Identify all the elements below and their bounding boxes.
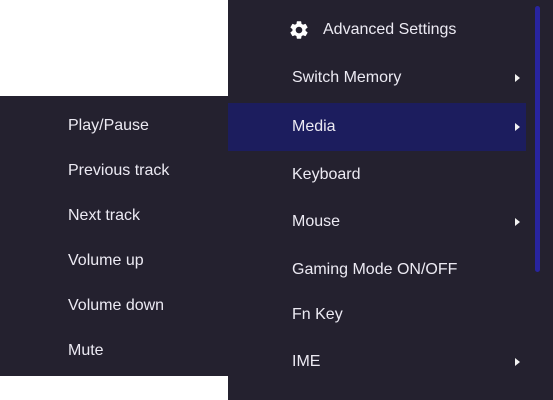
menu-item-keyboard[interactable]: Keyboard	[228, 151, 526, 199]
screen: Advanced Settings Switch Memory Media Ke…	[0, 0, 553, 400]
media-submenu: Play/Pause Previous track Next track Vol…	[0, 96, 228, 376]
submenu-arrow-icon	[515, 123, 520, 131]
submenu-item-label: Next track	[68, 207, 141, 224]
menu-item-label: IME	[292, 353, 321, 370]
submenu-item-previous-track[interactable]: Previous track	[0, 151, 228, 191]
menu-item-label: Keyboard	[292, 166, 361, 183]
menu-item-label: Fn Key	[292, 306, 343, 323]
menu-item-label: Mouse	[292, 213, 341, 230]
advanced-settings-menu: Advanced Settings Switch Memory Media Ke…	[228, 0, 553, 400]
gear-icon	[290, 21, 308, 39]
menu-scrollbar[interactable]	[535, 6, 540, 272]
submenu-arrow-icon	[515, 74, 520, 82]
menu-item-label: Switch Memory	[292, 69, 402, 86]
submenu-item-label: Mute	[68, 342, 104, 359]
menu-item-ime[interactable]: IME	[228, 338, 526, 386]
submenu-item-label: Play/Pause	[68, 117, 149, 134]
menu-item-mouse[interactable]: Mouse	[228, 198, 526, 246]
menu-item-gaming-mode[interactable]: Gaming Mode ON/OFF	[228, 246, 526, 294]
menu-item-media[interactable]: Media	[228, 103, 526, 151]
menu-item-fn-key[interactable]: Fn Key	[228, 291, 526, 339]
menu-item-switch-memory[interactable]: Switch Memory	[228, 54, 526, 102]
submenu-item-mute[interactable]: Mute	[0, 331, 228, 371]
submenu-item-volume-up[interactable]: Volume up	[0, 241, 228, 281]
menu-header: Advanced Settings	[228, 8, 526, 52]
submenu-item-play-pause[interactable]: Play/Pause	[0, 106, 228, 146]
submenu-item-label: Volume up	[68, 252, 144, 269]
submenu-arrow-icon	[515, 218, 520, 226]
menu-header-label: Advanced Settings	[323, 21, 457, 38]
submenu-item-next-track[interactable]: Next track	[0, 196, 228, 236]
submenu-item-label: Volume down	[68, 297, 165, 314]
menu-item-label: Media	[292, 118, 336, 135]
submenu-arrow-icon	[515, 358, 520, 366]
submenu-item-volume-down[interactable]: Volume down	[0, 286, 228, 326]
menu-item-label: Gaming Mode ON/OFF	[292, 261, 458, 278]
submenu-item-label: Previous track	[68, 162, 170, 179]
